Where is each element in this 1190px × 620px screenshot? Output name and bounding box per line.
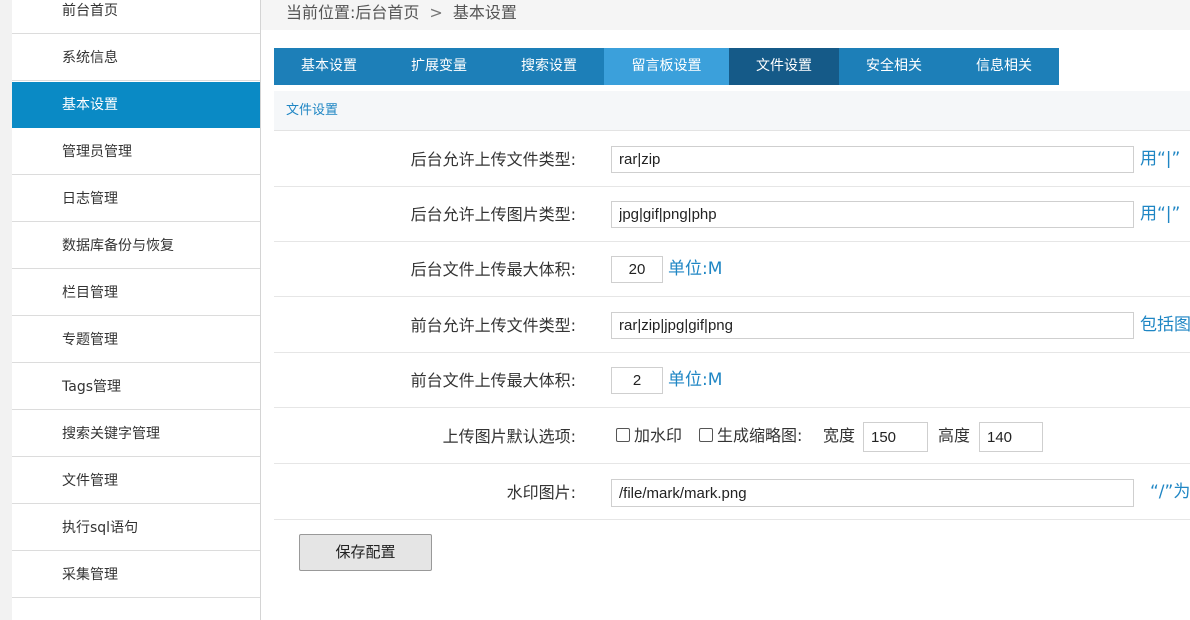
watermark-image-input[interactable] <box>611 479 1134 507</box>
front-file-types-label: 前台允许上传文件类型: <box>410 316 576 335</box>
admin-file-types-label: 后台允许上传文件类型: <box>410 150 576 169</box>
watermark-checkbox[interactable] <box>616 427 630 442</box>
sidebar-item-log-management[interactable]: 日志管理 <box>12 176 260 222</box>
tab-guestbook-settings[interactable]: 留言板设置 <box>604 48 729 85</box>
front-max-size-label: 前台文件上传最大体积: <box>410 371 576 390</box>
tab-search-settings[interactable]: 搜索设置 <box>494 48 604 85</box>
section-title: 文件设置 <box>274 91 1190 131</box>
tab-file-settings[interactable]: 文件设置 <box>729 48 839 85</box>
admin-file-types-hint: 用“|” <box>1140 149 1181 169</box>
save-config-button[interactable]: 保存配置 <box>299 534 432 571</box>
thumbnail-label: 生成缩略图: <box>717 426 803 445</box>
sidebar-item-topic-management[interactable]: 专题管理 <box>12 317 260 363</box>
front-file-types-input[interactable] <box>611 312 1134 339</box>
sidebar-item-tags-management[interactable]: Tags管理 <box>12 364 260 410</box>
image-defaults-label: 上传图片默认选项: <box>442 427 576 446</box>
sidebar-item-execute-sql[interactable]: 执行sql语句 <box>12 505 260 551</box>
tab-info[interactable]: 信息相关 <box>949 48 1059 85</box>
sidebar-item-front-home[interactable]: 前台首页 <box>12 0 260 34</box>
breadcrumb-current: 基本设置 <box>452 3 517 22</box>
watermark-label: 加水印 <box>634 426 683 445</box>
form-row-admin-max-size: 后台文件上传最大体积: <box>274 242 1190 297</box>
thumbnail-width-label: 宽度 <box>823 426 856 445</box>
front-max-size-input[interactable] <box>611 367 663 394</box>
admin-max-size-input[interactable] <box>611 256 663 283</box>
watermark-image-label: 水印图片: <box>506 483 576 502</box>
tab-basic-settings[interactable]: 基本设置 <box>274 48 384 85</box>
breadcrumb-prefix: 当前位置: <box>286 3 356 22</box>
tab-extended-variables[interactable]: 扩展变量 <box>384 48 494 85</box>
thumbnail-height-input[interactable] <box>979 422 1043 452</box>
thumbnail-width-input[interactable] <box>863 422 928 452</box>
admin-image-types-input[interactable] <box>611 201 1134 228</box>
admin-image-types-hint: 用“|” <box>1140 204 1181 224</box>
sidebar-item-basic-settings[interactable]: 基本设置 <box>12 82 260 128</box>
admin-file-types-input[interactable] <box>611 146 1134 173</box>
sidebar-item-column-management[interactable]: 栏目管理 <box>12 270 260 316</box>
sidebar-item-admin-management[interactable]: 管理员管理 <box>12 129 260 175</box>
sidebar-item-collection-management[interactable]: 采集管理 <box>12 552 260 598</box>
thumbnail-checkbox[interactable] <box>699 427 713 442</box>
sidebar-item-file-management[interactable]: 文件管理 <box>12 458 260 504</box>
admin-image-types-label: 后台允许上传图片类型: <box>410 205 576 224</box>
form-row-front-max-size: 前台文件上传最大体积: <box>274 353 1190 408</box>
admin-max-size-unit: 单位:M <box>668 259 723 279</box>
thumbnail-height-label: 高度 <box>938 426 971 445</box>
watermark-option[interactable]: 加水印 <box>616 422 682 449</box>
watermark-image-hint: “/”为 <box>1150 482 1190 502</box>
breadcrumb-separator: > <box>429 3 443 22</box>
sidebar-item-search-keyword[interactable]: 搜索关键字管理 <box>12 411 260 457</box>
sidebar-item-database-backup[interactable]: 数据库备份与恢复 <box>12 223 260 269</box>
tab-security[interactable]: 安全相关 <box>839 48 949 85</box>
settings-tabs: 基本设置 扩展变量 搜索设置 留言板设置 文件设置 安全相关 信息相关 <box>274 48 1059 85</box>
sidebar-item-system-info[interactable]: 系统信息 <box>12 35 260 81</box>
thumbnail-option[interactable]: 生成缩略图: <box>699 422 802 449</box>
breadcrumb: 当前位置:后台首页 > 基本设置 <box>286 0 517 26</box>
front-file-types-hint: 包括图 <box>1140 315 1190 335</box>
front-max-size-unit: 单位:M <box>668 370 723 390</box>
breadcrumb-home-link[interactable]: 后台首页 <box>355 3 419 22</box>
admin-max-size-label: 后台文件上传最大体积: <box>410 260 576 279</box>
sidebar: 前台首页 系统信息 基本设置 管理员管理 日志管理 数据库备份与恢复 栏目管理 … <box>12 0 261 620</box>
